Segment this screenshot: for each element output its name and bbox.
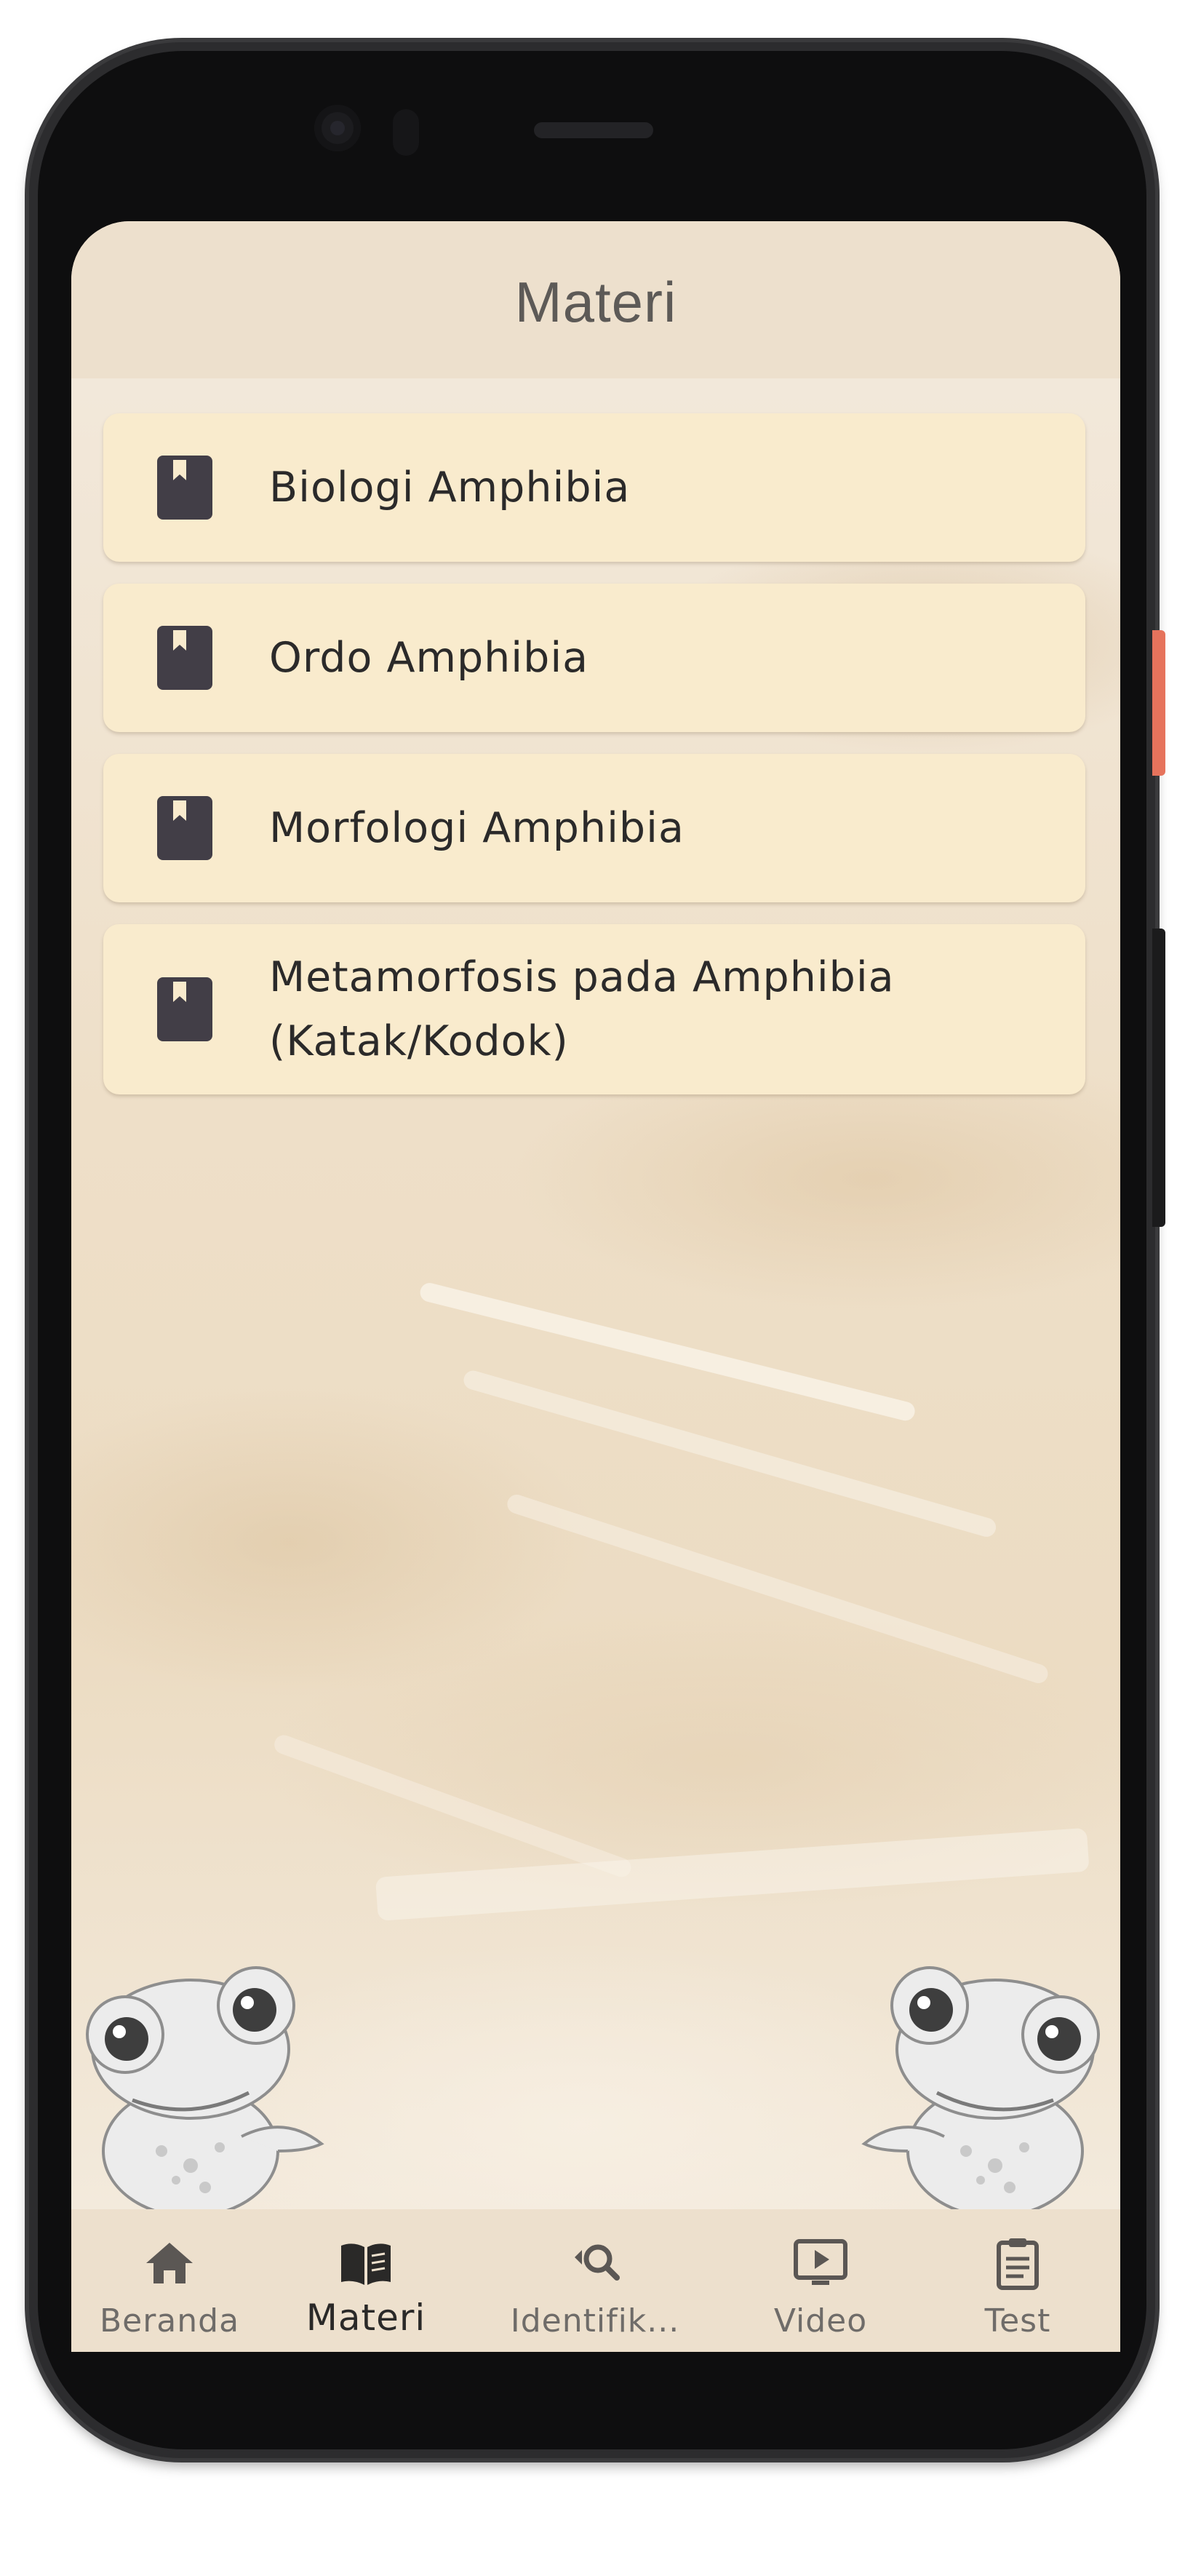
page-title: Materi [514,269,677,334]
power-button [1152,630,1165,776]
nav-label: Test [984,2302,1051,2340]
app-bar: Materi [71,221,1120,378]
proximity-sensor [393,109,419,156]
materi-item-biologi[interactable]: Biologi Amphibia [103,413,1085,562]
open-book-icon [341,2243,391,2285]
materi-item-metamorfosis[interactable]: Metamorfosis pada Amphibia (Katak/Kodok) [103,924,1085,1094]
book-icon [157,626,212,690]
content-area[interactable]: Biologi Amphibia Ordo Amphibia Morfologi… [71,378,1120,2209]
nav-label: Materi [306,2297,426,2339]
background-texture [375,1827,1090,1921]
book-icon [157,977,212,1041]
background-texture [271,1732,634,1880]
bottom-navigation-bar: Beranda Materi Identifik... Video Test [71,2209,1120,2352]
materi-list: Biologi Amphibia Ordo Amphibia Morfologi… [103,413,1085,1116]
nav-label: Video [773,2302,868,2340]
earpiece-speaker [534,122,653,138]
volume-button [1152,929,1165,1227]
materi-item-label: Metamorfosis pada Amphibia (Katak/Kodok) [269,953,895,1065]
frog-illustration-right [861,1966,1100,2209]
app-screen: Materi Biologi Amphibia Ordo Amphibia Mo… [71,221,1120,2352]
materi-item-morfologi[interactable]: Morfologi Amphibia [103,754,1085,902]
clipboard-icon [997,2238,1039,2290]
search-refresh-icon [575,2244,620,2281]
nav-item-materi[interactable]: Materi [268,2209,464,2352]
nav-item-video[interactable]: Video [726,2209,915,2352]
video-play-icon [794,2239,847,2285]
nav-label: Beranda [99,2302,240,2340]
nav-item-identifikasi[interactable]: Identifik... [479,2209,711,2352]
book-icon [157,456,212,520]
background-texture [418,1281,917,1423]
home-icon [146,2243,193,2283]
nav-label: Identifik... [510,2302,680,2340]
book-icon [157,796,212,860]
materi-item-label: Ordo Amphibia [269,634,589,682]
nav-item-test[interactable]: Test [915,2209,1120,2352]
nav-item-beranda[interactable]: Beranda [71,2209,268,2352]
front-camera-icon [314,105,361,151]
frog-illustration-left [86,1966,324,2209]
materi-item-ordo[interactable]: Ordo Amphibia [103,584,1085,732]
materi-item-label: Biologi Amphibia [269,464,631,512]
materi-item-label: Morfologi Amphibia [269,804,685,852]
